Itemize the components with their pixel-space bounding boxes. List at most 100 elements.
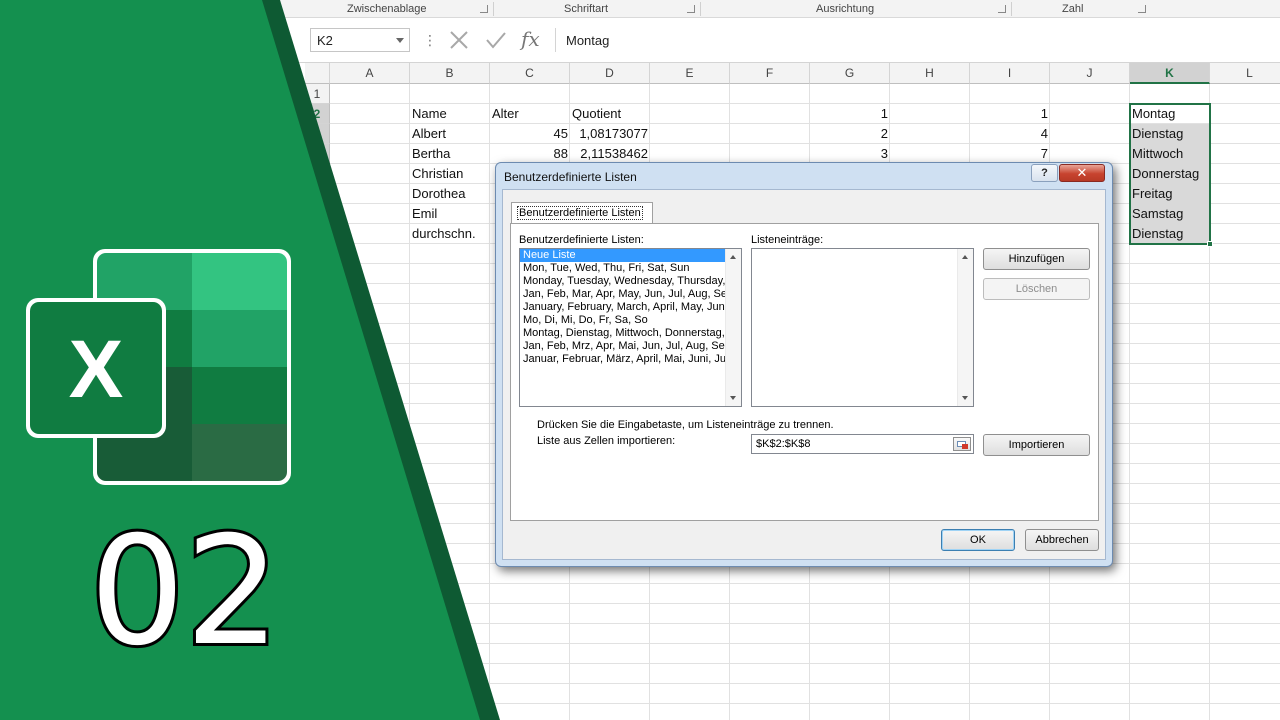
formula-input[interactable]: Montag <box>555 28 1280 52</box>
row-header[interactable]: 10 <box>305 264 330 284</box>
cell-b6[interactable]: Dorothea <box>412 184 465 204</box>
row-header[interactable]: 12 <box>305 304 330 324</box>
row-header[interactable]: 7 <box>305 204 330 224</box>
import-button[interactable]: Importieren <box>983 434 1090 456</box>
row-header[interactable]: 2 <box>305 104 330 124</box>
cell-c4[interactable]: 88 <box>490 144 568 164</box>
row-header[interactable]: 24 <box>305 544 330 564</box>
row-header[interactable]: 11 <box>305 284 330 304</box>
list-item[interactable]: Januar, Februar, März, April, Mai, Juni,… <box>520 353 725 366</box>
close-button[interactable]: ✕ <box>1059 164 1105 182</box>
tab-custom-lists[interactable]: Benutzerdefinierte Listen <box>511 202 653 224</box>
column-header-i[interactable]: I <box>970 63 1050 84</box>
clipboard-launcher-icon[interactable] <box>480 5 488 13</box>
scroll-down-icon[interactable] <box>730 396 736 400</box>
more-options-icon[interactable]: ⋮ <box>423 32 437 49</box>
column-header-g[interactable]: G <box>810 63 890 84</box>
cell-b2[interactable]: Name <box>412 104 447 124</box>
row-header[interactable]: 25 <box>305 564 330 584</box>
range-picker-icon[interactable] <box>953 437 971 451</box>
fill-handle[interactable] <box>1207 241 1213 247</box>
name-box[interactable]: K2 <box>310 28 410 52</box>
column-header-j[interactable]: J <box>1050 63 1130 84</box>
cell-i2[interactable]: 1 <box>970 104 1048 124</box>
column-header-a[interactable]: A <box>330 63 410 84</box>
column-header-c[interactable]: C <box>490 63 570 84</box>
list-item[interactable]: Mo, Di, Mi, Do, Fr, Sa, So <box>520 314 725 327</box>
cell-b3[interactable]: Albert <box>412 124 446 144</box>
listbox-scrollbar[interactable] <box>725 249 741 406</box>
row-header[interactable]: 20 <box>305 464 330 484</box>
list-item[interactable]: Monday, Tuesday, Wednesday, Thursday, Fr… <box>520 275 725 288</box>
row-header[interactable]: 31 <box>305 684 330 704</box>
list-item[interactable]: Mon, Tue, Wed, Thu, Fri, Sat, Sun <box>520 262 725 275</box>
cancel-button[interactable]: Abbrechen <box>1025 529 1099 551</box>
alignment-launcher-icon[interactable] <box>998 5 1006 13</box>
cell-c2[interactable]: Alter <box>492 104 519 124</box>
cell-g2[interactable]: 1 <box>810 104 888 124</box>
row-header[interactable]: 19 <box>305 444 330 464</box>
scroll-up-icon[interactable] <box>730 255 736 259</box>
cell-g3[interactable]: 2 <box>810 124 888 144</box>
row-header[interactable]: 30 <box>305 664 330 684</box>
list-item[interactable]: Montag, Dienstag, Mittwoch, Donnerstag, … <box>520 327 725 340</box>
column-header-d[interactable]: D <box>570 63 650 84</box>
cross-icon[interactable] <box>449 31 469 49</box>
row-header[interactable]: 1 <box>305 84 330 104</box>
help-button[interactable]: ? <box>1031 164 1058 182</box>
entries-scrollbar[interactable] <box>957 249 973 406</box>
check-icon[interactable] <box>485 31 507 49</box>
list-entries-textbox[interactable] <box>751 248 974 407</box>
font-launcher-icon[interactable] <box>687 5 695 13</box>
scroll-up-icon[interactable] <box>962 255 968 259</box>
chevron-down-icon[interactable] <box>396 38 404 43</box>
ok-button[interactable]: OK <box>941 529 1015 551</box>
column-header-k[interactable]: K <box>1130 63 1210 84</box>
row-header[interactable]: 4 <box>305 144 330 164</box>
cell-d3[interactable]: 1,08173077 <box>570 124 648 144</box>
cell-b8[interactable]: durchschn. <box>412 224 476 244</box>
column-header-b[interactable]: B <box>410 63 490 84</box>
row-header[interactable]: 21 <box>305 484 330 504</box>
custom-lists-listbox[interactable]: Neue Liste Mon, Tue, Wed, Thu, Fri, Sat,… <box>519 248 742 407</box>
row-header[interactable]: 18 <box>305 424 330 444</box>
list-item[interactable]: Jan, Feb, Mar, Apr, May, Jun, Jul, Aug, … <box>520 288 725 301</box>
list-item[interactable]: January, February, March, April, May, Ju… <box>520 301 725 314</box>
cell-b7[interactable]: Emil <box>412 204 437 224</box>
row-header[interactable]: 27 <box>305 604 330 624</box>
row-header[interactable]: 14 <box>305 344 330 364</box>
add-button[interactable]: Hinzufügen <box>983 248 1090 270</box>
scroll-down-icon[interactable] <box>962 396 968 400</box>
cell-b4[interactable]: Bertha <box>412 144 450 164</box>
row-header[interactable]: 26 <box>305 584 330 604</box>
row-header[interactable]: 28 <box>305 624 330 644</box>
cell-c3[interactable]: 45 <box>490 124 568 144</box>
row-header[interactable]: 32 <box>305 704 330 720</box>
cell-d4[interactable]: 2,11538462 <box>570 144 648 164</box>
row-header[interactable]: 8 <box>305 224 330 244</box>
row-header[interactable]: 9 <box>305 244 330 264</box>
import-range-field[interactable]: $K$2:$K$8 <box>751 434 974 454</box>
number-launcher-icon[interactable] <box>1138 5 1146 13</box>
select-all-corner[interactable] <box>305 63 330 84</box>
cell-b5[interactable]: Christian <box>412 164 463 184</box>
row-header[interactable]: 15 <box>305 364 330 384</box>
cell-i4[interactable]: 7 <box>970 144 1048 164</box>
row-header[interactable]: 16 <box>305 384 330 404</box>
column-header-e[interactable]: E <box>650 63 730 84</box>
cell-g4[interactable]: 3 <box>810 144 888 164</box>
row-header[interactable]: 17 <box>305 404 330 424</box>
row-header[interactable]: 23 <box>305 524 330 544</box>
column-header-l[interactable]: L <box>1210 63 1280 84</box>
row-header[interactable]: 5 <box>305 164 330 184</box>
row-header[interactable]: 29 <box>305 644 330 664</box>
list-item[interactable]: Neue Liste <box>520 249 725 262</box>
fx-icon[interactable]: fx <box>521 27 540 51</box>
list-item[interactable]: Jan, Feb, Mrz, Apr, Mai, Jun, Jul, Aug, … <box>520 340 725 353</box>
row-header[interactable]: 6 <box>305 184 330 204</box>
row-header[interactable]: 3 <box>305 124 330 144</box>
row-header[interactable]: 22 <box>305 504 330 524</box>
cell-d2[interactable]: Quotient <box>572 104 621 124</box>
column-header-h[interactable]: H <box>890 63 970 84</box>
row-header[interactable]: 13 <box>305 324 330 344</box>
